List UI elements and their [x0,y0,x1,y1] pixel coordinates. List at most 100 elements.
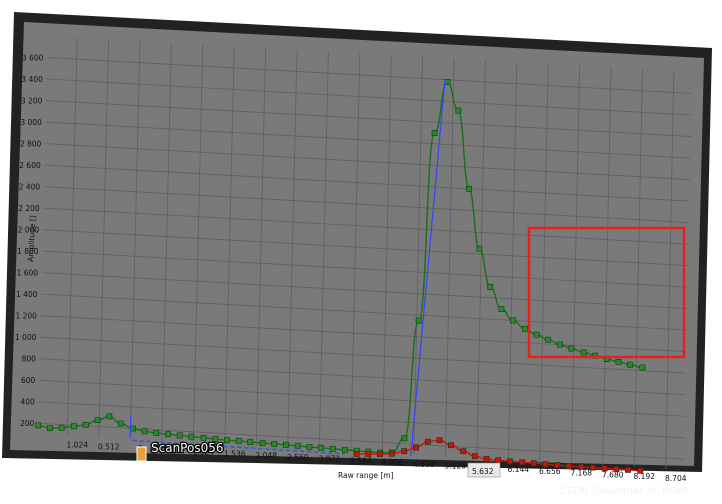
data-point [342,446,348,453]
watermark: CSDN @summer_in_heart [560,486,689,497]
x-tick-label: 0.512 [98,442,120,451]
data-point [165,431,171,438]
x-tick-label: 5.120 [445,462,467,471]
data-point [627,361,633,368]
data-point [353,450,360,457]
data-point [35,422,42,429]
x-tick-label: 7.168 [571,469,593,478]
data-point [601,465,608,472]
data-point [589,464,596,471]
data-point [542,461,549,468]
data-point [176,432,183,439]
data-point [235,438,242,444]
data-point [431,130,438,136]
scan-marker-icon[interactable] [136,446,147,462]
y-tick-label: 3 000 [20,118,42,127]
data-point [498,306,505,312]
data-point [460,448,467,455]
data-point [424,438,431,445]
scene: 2004006008001 0001 2001 4001 6001 8002 0… [2,12,712,497]
y-tick-label: 800 [22,355,37,364]
data-point [94,417,101,423]
data-point [625,466,631,473]
data-point [509,317,516,324]
data-point [487,283,494,290]
data-point [637,467,644,474]
data-point [401,448,407,455]
data-point [58,424,65,431]
data-point [153,430,160,436]
y-tick-label: 1 200 [15,312,37,321]
data-point [294,442,301,449]
data-point [466,185,472,192]
scan-position-label: ScanPos056 [151,441,223,455]
x-tick-label: 8.192 [634,472,656,481]
data-point [306,444,313,450]
data-point [71,423,77,430]
data-point [377,451,383,457]
x-tick-label: 3.072 [319,455,341,464]
data-point [533,331,540,338]
data-point [318,444,324,451]
data-point [506,458,513,465]
data-point [639,364,646,371]
x-tick-label: 8.704 [665,474,687,483]
data-point [444,79,451,85]
y-tick-label: 2 600 [19,161,41,170]
cursor-line[interactable] [129,414,132,438]
y-tick-label: 600 [21,376,36,385]
x-tick-label: 7.680 [602,470,624,479]
data-point [613,466,620,472]
data-point [271,440,278,447]
x-tick-label: 6.656 [539,467,561,476]
data-point [495,457,502,464]
data-point [483,456,490,462]
data-point [365,451,372,457]
y-tick-label: 2 400 [19,183,41,192]
data-point [471,453,478,460]
data-point [436,437,443,444]
data-point [200,434,207,441]
data-point [412,444,419,451]
data-point [188,433,195,440]
x-axis-title: Raw range [m] [338,471,394,480]
data-point [476,245,483,252]
data-point [283,441,289,448]
data-point [401,435,408,442]
y-tick-label: 1 000 [15,333,37,342]
data-point [519,459,526,466]
y-tick-label: 2 200 [18,204,40,213]
data-point [117,420,124,427]
data-point [578,463,585,470]
data-point [530,460,537,467]
data-point [46,425,53,432]
x-tick-label: 4.608 [413,460,435,469]
data-point [388,450,395,457]
x-tick-label: 2.560 [287,453,309,462]
data-point [329,445,336,452]
data-point [556,341,563,348]
data-point [259,440,266,446]
data-point [106,413,113,420]
data-point [82,421,89,428]
data-point [565,463,572,469]
data-point [522,325,528,332]
y-tick-label: 2 800 [20,140,42,149]
data-point [545,336,552,343]
y-tick-label: 3 600 [22,54,44,63]
x-tick-label: 2.048 [256,451,278,460]
cursor-readout: 5.632 [472,467,494,476]
data-point [615,358,622,365]
data-point [554,462,561,468]
y-tick-label: 3 200 [21,97,43,106]
y-tick-label: 3 400 [21,75,43,84]
x-tick-label: 3.584 [350,456,372,465]
y-tick-label: 1 400 [16,290,38,299]
y-tick-label: 1 600 [17,269,39,278]
data-point [141,428,148,435]
x-tick-label: 1.536 [224,449,246,458]
data-point [224,437,230,444]
data-point [568,345,575,352]
y-tick-label: 200 [20,419,35,428]
data-point [415,317,422,324]
